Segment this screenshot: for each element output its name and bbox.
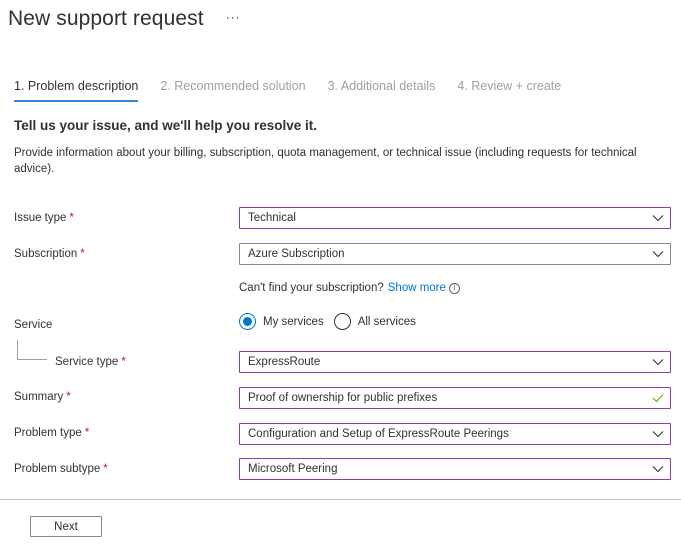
my-services-radio[interactable]: My services	[239, 313, 324, 330]
chevron-down-icon	[646, 424, 670, 444]
tab-additional-details[interactable]: 3. Additional details	[328, 79, 436, 102]
tree-connector	[17, 340, 47, 360]
subscription-dropdown[interactable]: Azure Subscription	[239, 243, 671, 265]
chevron-down-icon	[646, 208, 670, 228]
page-header: New support request ···	[8, 4, 241, 34]
my-services-label: My services	[263, 315, 324, 328]
problem-subtype-dropdown[interactable]: Microsoft Peering	[239, 458, 671, 480]
chevron-down-icon	[646, 459, 670, 479]
all-services-radio[interactable]: All services	[333, 313, 416, 330]
service-type-label-text: Service type	[55, 356, 119, 368]
problem-type-value: Configuration and Setup of ExpressRoute …	[248, 428, 509, 440]
tab-review-create[interactable]: 4. Review + create	[457, 79, 561, 102]
checkmark-icon	[646, 388, 670, 408]
subscription-value: Azure Subscription	[248, 248, 345, 260]
wizard-tabs: 1. Problem description 2. Recommended so…	[14, 79, 583, 102]
issue-type-label-text: Issue type	[14, 212, 67, 224]
chevron-down-icon	[646, 244, 670, 264]
service-type-dropdown[interactable]: ExpressRoute	[239, 351, 671, 373]
subscription-label-text: Subscription	[14, 248, 78, 260]
page-title: New support request	[8, 7, 204, 30]
problem-type-label-text: Problem type	[14, 427, 82, 439]
show-more-link[interactable]: Show more	[388, 282, 446, 294]
tab-problem-description[interactable]: 1. Problem description	[14, 79, 139, 102]
issue-type-value: Technical	[248, 212, 296, 224]
subscription-hint: Can't find your subscription? Show more …	[239, 282, 460, 294]
required-marker: *	[80, 248, 85, 260]
more-options-icon[interactable]: ···	[226, 10, 241, 24]
service-type-label: Service type *	[55, 356, 126, 368]
summary-input[interactable]: Proof of ownership for public prefixes	[239, 387, 671, 409]
problem-subtype-label-text: Problem subtype	[14, 463, 101, 475]
required-marker: *	[69, 212, 74, 224]
problem-type-dropdown[interactable]: Configuration and Setup of ExpressRoute …	[239, 423, 671, 445]
problem-subtype-label: Problem subtype *	[14, 463, 108, 475]
subscription-label: Subscription *	[14, 248, 85, 260]
required-marker: *	[121, 356, 126, 368]
issue-type-dropdown[interactable]: Technical	[239, 207, 671, 229]
radio-selected-icon	[239, 313, 256, 330]
problem-type-label: Problem type *	[14, 427, 89, 439]
service-type-value: ExpressRoute	[248, 356, 321, 368]
service-radio-group: My services All services	[239, 313, 426, 330]
subscription-hint-text: Can't find your subscription?	[239, 282, 384, 294]
service-label: Service	[14, 319, 53, 331]
required-marker: *	[66, 391, 71, 403]
problem-subtype-value: Microsoft Peering	[248, 463, 338, 475]
next-button[interactable]: Next	[30, 516, 102, 537]
required-marker: *	[84, 427, 90, 439]
section-heading: Tell us your issue, and we'll help you r…	[14, 118, 318, 133]
summary-value: Proof of ownership for public prefixes	[248, 392, 438, 404]
info-icon[interactable]: i	[448, 282, 460, 294]
section-description: Provide information about your billing, …	[14, 147, 637, 175]
radio-unselected-icon	[333, 313, 351, 330]
summary-label-text: Summary	[14, 391, 64, 403]
summary-label: Summary *	[14, 391, 71, 403]
issue-type-label: Issue type *	[14, 212, 74, 224]
footer-divider	[0, 499, 681, 500]
all-services-label: All services	[357, 315, 416, 328]
chevron-down-icon	[646, 352, 670, 372]
required-marker: *	[103, 463, 108, 475]
tab-recommended-solution[interactable]: 2. Recommended solution	[160, 79, 305, 102]
